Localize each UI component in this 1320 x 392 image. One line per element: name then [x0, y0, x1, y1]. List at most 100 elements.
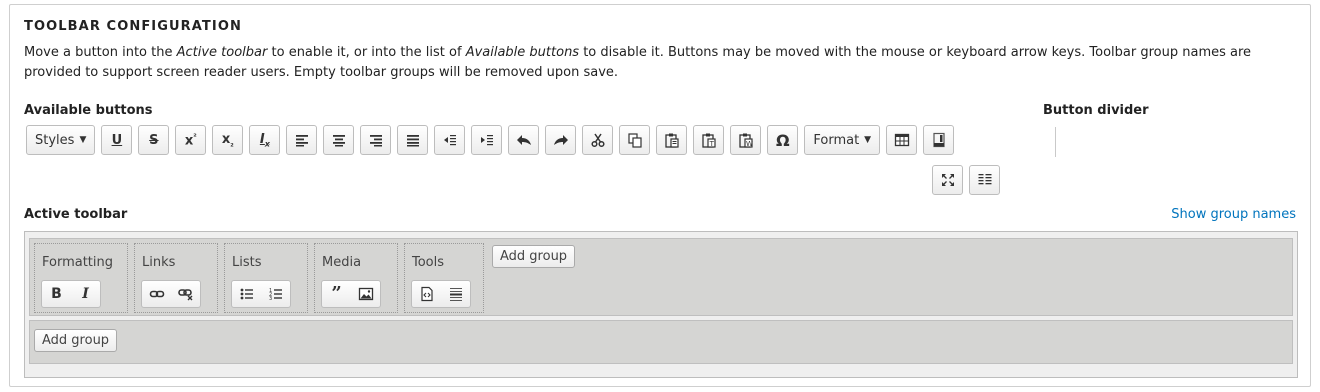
align-left-button[interactable] [286, 125, 318, 155]
section-description: Move a button into the Active toolbar to… [24, 43, 1304, 83]
toolbar-group-media[interactable]: Media ” [314, 243, 398, 313]
undo-button[interactable] [508, 125, 540, 155]
link-button[interactable] [142, 281, 171, 307]
button-divider[interactable] [1055, 127, 1056, 157]
group-name: Media [322, 255, 362, 270]
paste-text-button[interactable]: T [693, 125, 725, 155]
blockquote-button[interactable]: ” [322, 281, 351, 307]
format-label: Format [813, 132, 860, 148]
align-right-icon [369, 135, 382, 147]
strikethrough-button[interactable]: S [138, 125, 170, 155]
special-char-button[interactable]: Ω [767, 125, 799, 155]
justify-icon [406, 135, 419, 147]
available-buttons-label: Available buttons [24, 103, 153, 118]
group-name: Lists [232, 255, 262, 270]
copy-icon [628, 133, 642, 148]
active-toolbar-row: Formatting B I Links Lists 1 2 3 Media ”… [29, 238, 1293, 316]
caret-down-icon: ▼ [864, 135, 872, 145]
language-button[interactable] [969, 165, 1000, 195]
blockquote-icon: ” [331, 283, 342, 304]
bold-button[interactable]: B [42, 281, 71, 307]
styles-dropdown-button[interactable]: Styles ▼ [26, 125, 96, 155]
table-button[interactable] [886, 125, 918, 155]
active-toolbar-row: Add group [29, 320, 1293, 364]
undo-icon [516, 135, 531, 145]
italic-button[interactable]: I [71, 281, 100, 307]
underline-icon: U [111, 132, 123, 148]
paste-icon [665, 133, 679, 148]
available-buttons-row-2 [932, 165, 1000, 195]
button-divider-label: Button divider [1043, 103, 1149, 118]
cut-button[interactable] [582, 125, 614, 155]
maximize-icon [941, 174, 954, 186]
superscript-button[interactable]: x² [175, 125, 207, 155]
group-buttons: ” [321, 280, 381, 308]
group-buttons: 123 [231, 280, 291, 308]
scissors-icon [591, 133, 605, 148]
group-name: Formatting [42, 255, 114, 270]
active-toolbar-label: Active toolbar [24, 207, 128, 222]
superscript-icon: x² [184, 131, 197, 149]
svg-text:3: 3 [269, 296, 272, 302]
align-right-button[interactable] [360, 125, 392, 155]
strikethrough-icon: S [149, 132, 159, 148]
justify-button[interactable] [397, 125, 429, 155]
horizontal-rule-icon [449, 288, 462, 301]
desc-text: to enable it, or into the list of [267, 45, 466, 60]
redo-icon [553, 135, 568, 145]
language-icon [978, 174, 991, 185]
paste-word-button[interactable]: W [730, 125, 762, 155]
maximize-button[interactable] [932, 165, 963, 195]
group-buttons [411, 280, 471, 308]
bulleted-list-button[interactable] [232, 281, 261, 307]
bold-icon: B [51, 286, 62, 302]
horizontal-rule-button[interactable] [441, 281, 470, 307]
subscript-button[interactable]: x₂ [212, 125, 244, 155]
source-button[interactable] [412, 281, 441, 307]
desc-emphasis-active: Active toolbar [176, 45, 268, 60]
copy-button[interactable] [619, 125, 651, 155]
toolbar-group-formatting[interactable]: Formatting B I [34, 243, 128, 313]
toolbar-group-tools[interactable]: Tools [404, 243, 484, 313]
svg-text:W: W [746, 140, 753, 148]
remove-format-button[interactable]: Ix [249, 125, 281, 155]
section-title: TOOLBAR CONFIGURATION [24, 19, 242, 34]
indent-button[interactable] [471, 125, 503, 155]
unlink-button[interactable] [171, 281, 200, 307]
italic-icon: I [82, 286, 89, 302]
group-name: Links [142, 255, 176, 270]
add-group-button[interactable]: Add group [34, 329, 118, 352]
caret-down-icon: ▼ [79, 135, 87, 145]
image-button[interactable] [351, 281, 380, 307]
align-left-icon [295, 135, 308, 147]
group-buttons [141, 280, 201, 308]
show-group-names-link[interactable]: Show group names [1171, 207, 1296, 222]
active-toolbar: Formatting B I Links Lists 1 2 3 Media ”… [24, 231, 1298, 378]
underline-button[interactable]: U [101, 125, 133, 155]
align-center-icon [332, 135, 345, 147]
image-icon [358, 287, 373, 301]
numbered-list-button[interactable]: 123 [261, 281, 290, 307]
outdent-button[interactable] [434, 125, 466, 155]
align-center-button[interactable] [323, 125, 355, 155]
available-buttons-row: Styles ▼ U S x² x₂ Ix T W Ω Format ▼ [26, 125, 955, 155]
source-icon [420, 286, 433, 302]
format-dropdown-button[interactable]: Format ▼ [804, 125, 881, 155]
remove-format-icon: Ix [259, 131, 270, 149]
numbered-list-icon: 123 [269, 288, 282, 302]
styles-label: Styles [35, 132, 75, 148]
svg-text:T: T [708, 140, 714, 148]
toolbar-group-lists[interactable]: Lists 123 [224, 243, 308, 313]
paste-button[interactable] [656, 125, 688, 155]
group-buttons: B I [41, 280, 101, 308]
bulleted-list-icon [240, 288, 253, 300]
add-group-button[interactable]: Add group [492, 245, 576, 268]
toolbar-group-links[interactable]: Links [134, 243, 218, 313]
show-blocks-button[interactable] [923, 125, 955, 155]
indent-icon [480, 135, 493, 146]
table-icon [894, 133, 909, 147]
link-icon [149, 290, 164, 298]
redo-button[interactable] [545, 125, 577, 155]
outdent-icon [443, 135, 456, 146]
toolbar-configuration-panel: TOOLBAR CONFIGURATION Move a button into… [9, 4, 1311, 387]
